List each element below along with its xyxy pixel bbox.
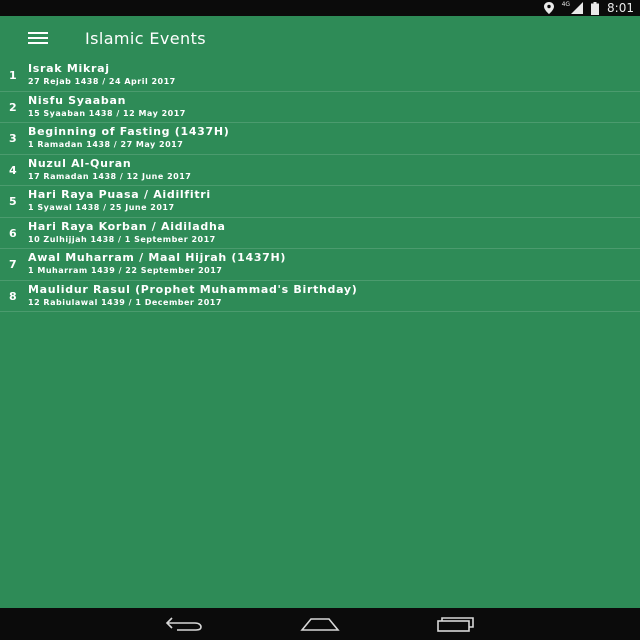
event-list-item[interactable]: 2 Nisfu Syaaban 15 Syaaban 1438 / 12 May 2…	[0, 92, 640, 123]
event-name: Hari Raya Korban / Aidiladha	[28, 219, 226, 233]
recents-icon[interactable]	[436, 614, 476, 634]
event-list-item[interactable]: 4 Nuzul Al-Quran 17 Ramadan 1438 / 12 June…	[0, 155, 640, 186]
network-type-label: 4G	[561, 1, 571, 8]
status-bar: 4G 8:01	[0, 0, 640, 16]
navigation-bar	[0, 608, 640, 640]
event-number: 5	[9, 195, 17, 208]
event-name: Nuzul Al-Quran	[28, 156, 132, 170]
event-name: Awal Muharram / Maal Hijrah (1437H)	[28, 251, 287, 264]
event-date: 1 Ramadan 1438 / 27 May 2017	[28, 140, 184, 149]
home-icon[interactable]	[300, 614, 340, 634]
event-number: 1	[9, 69, 17, 82]
event-list-item[interactable]: 7 Awal Muharram / Maal Hijrah (1437H) 1 Mu…	[0, 249, 640, 281]
event-name: Maulidur Rasul (Prophet Muhammad's Birth…	[28, 282, 358, 296]
event-number: 2	[9, 100, 17, 114]
event-number: 3	[9, 132, 17, 145]
back-icon[interactable]	[164, 614, 204, 634]
event-name: Beginning of Fasting (1437H)	[28, 125, 230, 138]
hamburger-menu-icon[interactable]	[28, 32, 50, 48]
event-list-item[interactable]: 5 Hari Raya Puasa / Aidilfitri 1 Syawal 14…	[0, 186, 640, 218]
event-number: 4	[9, 163, 17, 177]
event-date: 10 Zulhijjah 1438 / 1 September 2017	[28, 234, 216, 244]
event-date: 1 Muharram 1439 / 22 September 2017	[28, 266, 223, 275]
event-date: 27 Rejab 1438 / 24 April 2017	[28, 77, 176, 86]
status-time: 8:01	[607, 1, 634, 15]
battery-icon	[591, 1, 600, 15]
event-list-item[interactable]: 6 Hari Raya Korban / Aidiladha 10 Zulhijja…	[0, 218, 640, 249]
event-list-item[interactable]: 3 Beginning of Fasting (1437H) 1 Ramadan 1…	[0, 123, 640, 155]
event-date: 1 Syawal 1438 / 25 June 2017	[28, 203, 175, 212]
event-date: 15 Syaaban 1438 / 12 May 2017	[28, 108, 186, 118]
event-name: Nisfu Syaaban	[28, 93, 127, 107]
event-name: Israk Mikraj	[28, 62, 110, 75]
page-title: Islamic Events	[85, 29, 206, 48]
event-date: 12 Rabiulawal 1439 / 1 December 2017	[28, 297, 222, 307]
event-list-item[interactable]: 1 Israk Mikraj 27 Rejab 1438 / 24 April 20…	[0, 60, 640, 92]
status-icons: 4G 8:01	[543, 0, 634, 16]
event-date: 17 Ramadan 1438 / 12 June 2017	[28, 171, 192, 181]
app-bar: Islamic Events	[0, 16, 640, 60]
event-list: 1 Israk Mikraj 27 Rejab 1438 / 24 April 20…	[0, 60, 640, 312]
event-number: 8	[9, 289, 17, 303]
event-list-item[interactable]: 8 Maulidur Rasul (Prophet Muhammad's Birt…	[0, 281, 640, 312]
location-icon	[543, 2, 554, 14]
event-name: Hari Raya Puasa / Aidilfitri	[28, 188, 211, 201]
event-number: 6	[9, 226, 17, 240]
event-number: 7	[9, 258, 17, 271]
signal-icon	[571, 2, 584, 14]
